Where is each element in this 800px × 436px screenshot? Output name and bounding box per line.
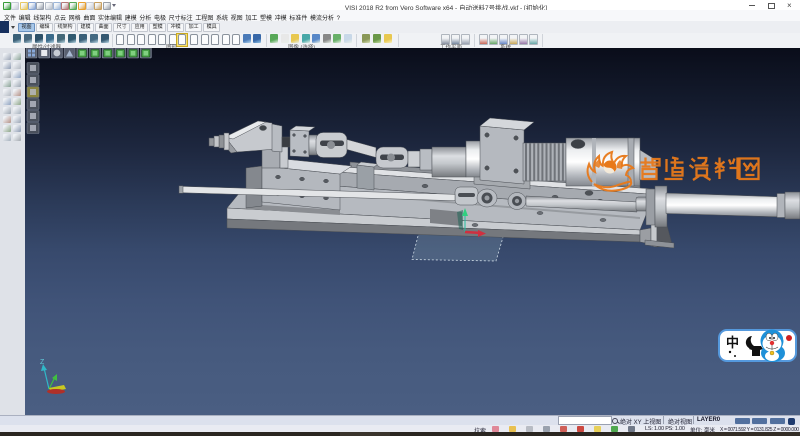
svg-text:Z: Z xyxy=(40,359,45,366)
svg-text:中: 中 xyxy=(726,335,739,350)
